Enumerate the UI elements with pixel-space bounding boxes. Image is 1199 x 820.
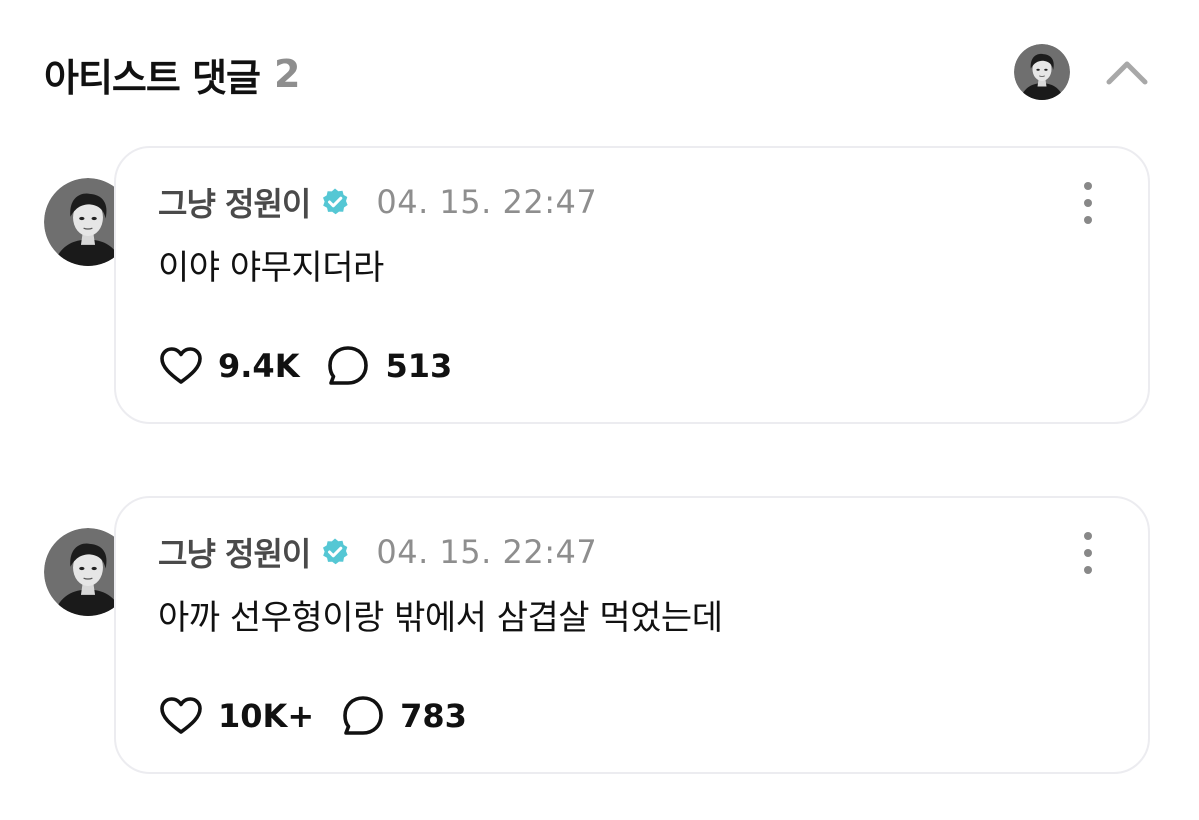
reply-button[interactable]: 783 [340, 693, 467, 739]
artist-portrait-icon [1014, 44, 1070, 100]
like-button[interactable]: 10K+ [158, 693, 314, 739]
heart-icon [158, 693, 204, 739]
comment-card: 그냥 정원이 04. 15. 22:47 이야 야무지더라 9.4K 513 [114, 146, 1150, 424]
artist-comments-panel: 아티스트 댓글 2 그냥 정원이 04. 15. 22:47 이야 야무지더라 … [0, 0, 1199, 820]
comment-text: 이야 야무지더라 [158, 248, 384, 288]
more-vertical-icon [1084, 182, 1092, 190]
section-title: 아티스트 댓글 [44, 55, 261, 100]
comment-timestamp: 04. 15. 22:47 [376, 533, 598, 571]
comment-count: 2 [274, 52, 300, 96]
comment-text: 아까 선우형이랑 밖에서 삼겹살 먹었는데 [158, 598, 723, 638]
comment-timestamp: 04. 15. 22:47 [376, 183, 598, 221]
reply-button[interactable]: 513 [325, 343, 452, 389]
more-vertical-icon [1084, 532, 1092, 540]
comment-meta: 그냥 정원이 04. 15. 22:47 [158, 528, 597, 576]
reply-count: 783 [400, 697, 467, 735]
heart-icon [158, 343, 204, 389]
comment-card: 그냥 정원이 04. 15. 22:47 아까 선우형이랑 밖에서 삼겹살 먹었… [114, 496, 1150, 774]
comment-author-name[interactable]: 그냥 정원이 [158, 529, 311, 575]
like-count: 10K+ [218, 697, 315, 735]
more-options-button[interactable] [1078, 182, 1098, 224]
chevron-up-icon [1106, 61, 1148, 85]
like-button[interactable]: 9.4K [158, 343, 299, 389]
artist-avatar-small[interactable] [1014, 44, 1070, 100]
speech-bubble-icon [325, 343, 371, 389]
collapse-button[interactable] [1100, 50, 1154, 94]
more-options-button[interactable] [1078, 532, 1098, 574]
comment-actions: 10K+ 783 [158, 692, 467, 740]
verified-badge-icon [320, 187, 350, 217]
speech-bubble-icon [340, 693, 386, 739]
comment-actions: 9.4K 513 [158, 342, 452, 390]
like-count: 9.4K [218, 347, 300, 385]
verified-badge-icon [320, 537, 350, 567]
section-header: 아티스트 댓글 2 [44, 46, 300, 102]
comment-meta: 그냥 정원이 04. 15. 22:47 [158, 178, 597, 226]
reply-count: 513 [385, 347, 453, 385]
comment-author-name[interactable]: 그냥 정원이 [158, 179, 311, 225]
